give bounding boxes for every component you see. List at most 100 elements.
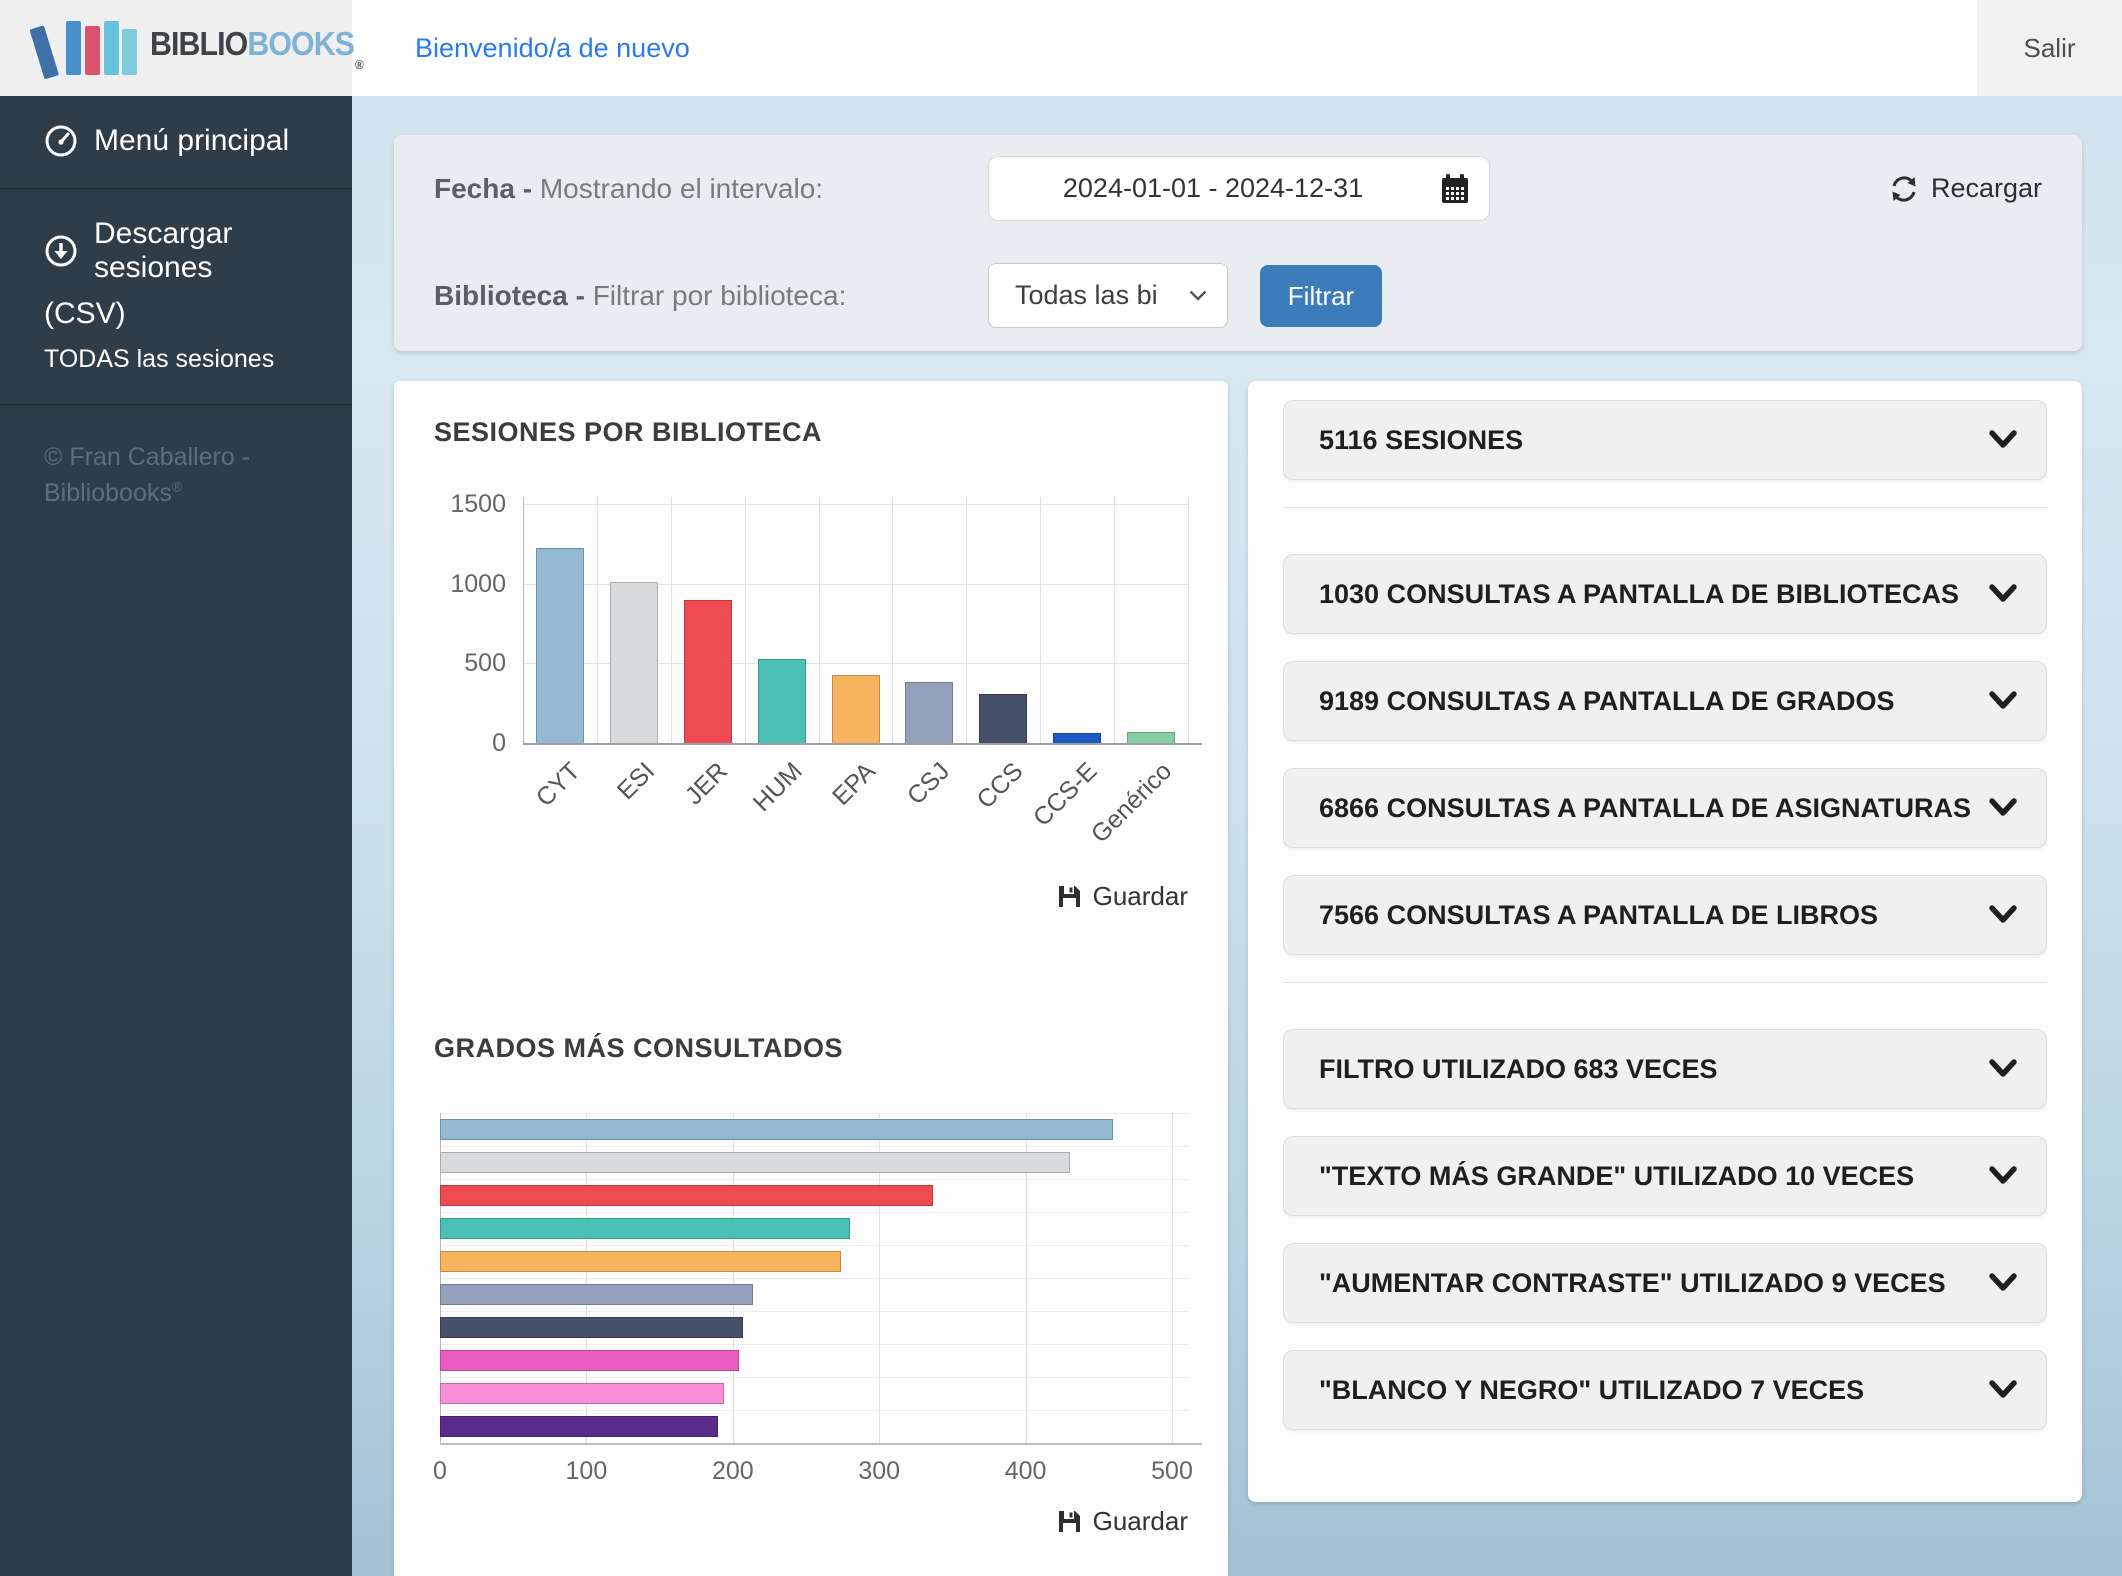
logout-button[interactable]: Salir: [1977, 0, 2122, 96]
accordion-item-label: "BLANCO Y NEGRO" UTILIZADO 7 VECES: [1319, 1375, 1864, 1406]
charts-panel: SESIONES POR BIBLIOTECA 050010001500CYTE…: [394, 381, 1228, 1576]
save-icon: [1056, 883, 1083, 910]
chart2-xtick-label: 400: [1005, 1457, 1047, 1486]
library-filter-row: Biblioteca - Filtrar por biblioteca: Tod…: [394, 242, 2082, 349]
refresh-icon: [1889, 174, 1919, 204]
save-icon: [1056, 1508, 1083, 1535]
chart1-bar-CCS: [979, 694, 1027, 743]
chart2-gridline-h: [440, 1278, 1188, 1279]
filter-button[interactable]: Filtrar: [1260, 265, 1382, 327]
sidebar-item-label-line2: (CSV): [44, 297, 312, 331]
accordion-item-label: 7566 CONSULTAS A PANTALLA DE LIBROS: [1319, 900, 1878, 931]
chart1-bar-CSJ: [905, 682, 953, 743]
save-chart2-link[interactable]: Guardar: [1056, 1506, 1188, 1537]
chart2-bar-6: [440, 1284, 753, 1305]
reload-button[interactable]: Recargar: [1889, 173, 2042, 204]
chart1-ytick-label: 0: [394, 729, 506, 758]
accordion-item-label: "AUMENTAR CONTRASTE" UTILIZADO 9 VECES: [1319, 1268, 1946, 1299]
chart1-ytick-label: 500: [394, 649, 506, 678]
calendar-icon: [1439, 172, 1471, 206]
accordion-item[interactable]: FILTRO UTILIZADO 683 VECES: [1283, 1029, 2047, 1109]
chart2-gridline-h: [440, 1245, 1188, 1246]
accordion-item-label: FILTRO UTILIZADO 683 VECES: [1319, 1054, 1718, 1085]
chart1-gridline-v: [1114, 497, 1115, 743]
sidebar-item-main-menu[interactable]: Menú principal: [0, 96, 352, 189]
chart2-bar-5: [440, 1251, 841, 1272]
chart2-bar-1: [440, 1119, 1113, 1140]
books-logo-icon: [42, 18, 134, 78]
accordion-item[interactable]: 6866 CONSULTAS A PANTALLA DE ASIGNATURAS: [1283, 768, 2047, 848]
sidebar-item-label: Descargar sesiones: [94, 217, 312, 285]
chart1-gridline-v: [1188, 497, 1189, 743]
sidebar-item-label: Menú principal: [94, 124, 289, 158]
library-select[interactable]: Todas las bi: [988, 263, 1228, 328]
chevron-down-icon: [1988, 797, 2018, 819]
chevron-down-icon: [1988, 1165, 2018, 1187]
chart2-xtick-label: 200: [712, 1457, 754, 1486]
chart2-xtick-label: 0: [433, 1457, 447, 1486]
chart1-bar-EPA: [832, 675, 880, 743]
chart2-title: GRADOS MÁS CONSULTADOS: [434, 1033, 843, 1064]
chart2-gridline-h: [440, 1311, 1188, 1312]
chart1-ytick-label: 1500: [394, 490, 506, 519]
top-header: BIBLIOBOOKS® Bienvenido/a de nuevo Salir: [0, 0, 2122, 96]
chart2-gridline-h: [440, 1377, 1188, 1378]
accordion-item-label: 5116 SESIONES: [1319, 425, 1523, 456]
chart2-bar-10: [440, 1416, 718, 1437]
date-filter-label: Fecha - Mostrando el intervalo:: [434, 173, 823, 205]
welcome-link[interactable]: Bienvenido/a de nuevo: [415, 33, 690, 64]
chart2-xtick-label: 500: [1151, 1457, 1193, 1486]
chart2-xtick-label: 300: [858, 1457, 900, 1486]
date-filter-row: Fecha - Mostrando el intervalo: 2024-01-…: [394, 135, 2082, 242]
chart1-gridline-v: [745, 497, 746, 743]
accordion-item[interactable]: 7566 CONSULTAS A PANTALLA DE LIBROS: [1283, 875, 2047, 955]
accordion-item[interactable]: "BLANCO Y NEGRO" UTILIZADO 7 VECES: [1283, 1350, 2047, 1430]
chart1-gridline-v: [1040, 497, 1041, 743]
date-range-input[interactable]: 2024-01-01 - 2024-12-31: [988, 156, 1490, 221]
chart2-gridline-v: [1172, 1113, 1173, 1443]
chart2-bar-7: [440, 1317, 743, 1338]
chart1-x-axis: [523, 743, 1202, 745]
chevron-down-icon: [1189, 290, 1207, 301]
sessions-by-library-chart: 050010001500CYTESIJERHUMEPACSJCCSCCS-EGe…: [394, 497, 1228, 882]
group-divider: [1283, 982, 2047, 983]
chart1-gridline-v: [892, 497, 893, 743]
chart2-gridline-h: [440, 1212, 1188, 1213]
chart2-bar-8: [440, 1350, 739, 1371]
chart2-xtick-label: 100: [566, 1457, 608, 1486]
sidebar-copyright: © Fran Caballero - Bibliobooks®: [0, 405, 352, 512]
chart1-bar-Genérico: [1127, 732, 1175, 743]
top-degrees-chart: 0 100 200 300 400 500: [394, 1113, 1228, 1513]
chart2-gridline-h: [440, 1344, 1188, 1345]
chart1-bar-CCS-E: [1053, 733, 1101, 743]
library-filter-label: Biblioteca - Filtrar por biblioteca:: [434, 280, 846, 312]
chart1-bar-HUM: [758, 659, 806, 743]
chart1-bar-JER: [684, 600, 732, 743]
accordion-item-label: "TEXTO MÁS GRANDE" UTILIZADO 10 VECES: [1319, 1161, 1914, 1192]
chart1-y-axis: [523, 497, 524, 743]
chart2-bar-4: [440, 1218, 850, 1239]
stats-panel: 5116 SESIONES 1030 CONSULTAS A PANTALLA D…: [1248, 381, 2082, 1502]
accordion-item[interactable]: 9189 CONSULTAS A PANTALLA DE GRADOS: [1283, 661, 2047, 741]
group-divider: [1283, 507, 2047, 508]
accordion-item[interactable]: 1030 CONSULTAS A PANTALLA DE BIBLIOTECAS: [1283, 554, 2047, 634]
accordion-item[interactable]: "TEXTO MÁS GRANDE" UTILIZADO 10 VECES: [1283, 1136, 2047, 1216]
accordion-item[interactable]: 5116 SESIONES: [1283, 400, 2047, 480]
chevron-down-icon: [1988, 1379, 2018, 1401]
chart1-bar-CYT: [536, 548, 584, 743]
chart1-ytick-label: 1000: [394, 570, 506, 599]
save-chart1-link[interactable]: Guardar: [1056, 881, 1188, 912]
chart1-title: SESIONES POR BIBLIOTECA: [434, 417, 822, 448]
chevron-down-icon: [1988, 904, 2018, 926]
gauge-icon: [44, 124, 78, 158]
chevron-down-icon: [1988, 583, 2018, 605]
brand-logo: BIBLIOBOOKS®: [0, 0, 352, 96]
sidebar-item-download-csv[interactable]: Descargar sesiones (CSV) TODAS las sesio…: [0, 189, 352, 405]
accordion-item-label: 6866 CONSULTAS A PANTALLA DE ASIGNATURAS: [1319, 793, 1971, 824]
accordion-item[interactable]: "AUMENTAR CONTRASTE" UTILIZADO 9 VECES: [1283, 1243, 2047, 1323]
chevron-down-icon: [1988, 690, 2018, 712]
chart2-gridline-h: [440, 1410, 1188, 1411]
chart2-gridline-h: [440, 1113, 1188, 1114]
chart1-gridline-h: [523, 504, 1188, 505]
chart1-gridline-v: [966, 497, 967, 743]
